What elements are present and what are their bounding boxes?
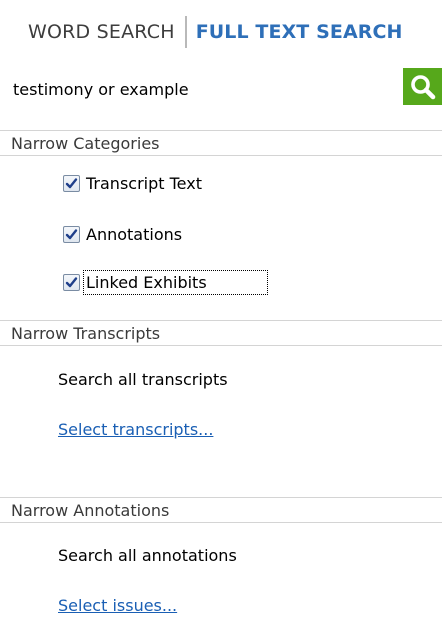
- checkbox-annotations[interactable]: [63, 225, 80, 243]
- select-transcripts-link[interactable]: Select transcripts...: [58, 420, 213, 439]
- checkbox-label: Linked Exhibits: [83, 269, 268, 295]
- select-issues-link[interactable]: Select issues...: [58, 596, 177, 615]
- category-item-annotations[interactable]: Annotations: [63, 222, 182, 246]
- checkmark-icon: [65, 177, 78, 188]
- checkbox-transcript-text[interactable]: [63, 174, 80, 192]
- section-title: Narrow Categories: [11, 134, 160, 153]
- search-query-text[interactable]: testimony or example: [13, 80, 189, 99]
- checkmark-icon: [65, 276, 78, 287]
- tab-word-search[interactable]: WORD SEARCH: [28, 21, 175, 43]
- checkbox-linked-exhibits[interactable]: [63, 273, 80, 291]
- section-narrow-annotations: Narrow Annotations: [0, 497, 442, 523]
- section-narrow-transcripts: Narrow Transcripts: [0, 320, 442, 346]
- search-mode-tabs: WORD SEARCH FULL TEXT SEARCH: [28, 16, 403, 48]
- checkbox-label: Annotations: [86, 224, 183, 244]
- category-item-linked-exhibits[interactable]: Linked Exhibits: [63, 269, 268, 295]
- tab-full-text-search[interactable]: FULL TEXT SEARCH: [196, 21, 403, 43]
- tab-divider: [184, 16, 187, 48]
- search-button[interactable]: [403, 68, 442, 105]
- section-title: Narrow Annotations: [11, 501, 170, 520]
- section-title: Narrow Transcripts: [11, 324, 161, 343]
- search-icon: [410, 74, 435, 99]
- section-narrow-categories: Narrow Categories: [0, 130, 442, 156]
- annotations-status: Search all annotations: [58, 546, 237, 565]
- checkbox-label: Transcript Text: [86, 173, 202, 193]
- category-item-transcript-text[interactable]: Transcript Text: [63, 171, 202, 195]
- checkmark-icon: [65, 228, 78, 239]
- transcripts-status: Search all transcripts: [58, 370, 228, 389]
